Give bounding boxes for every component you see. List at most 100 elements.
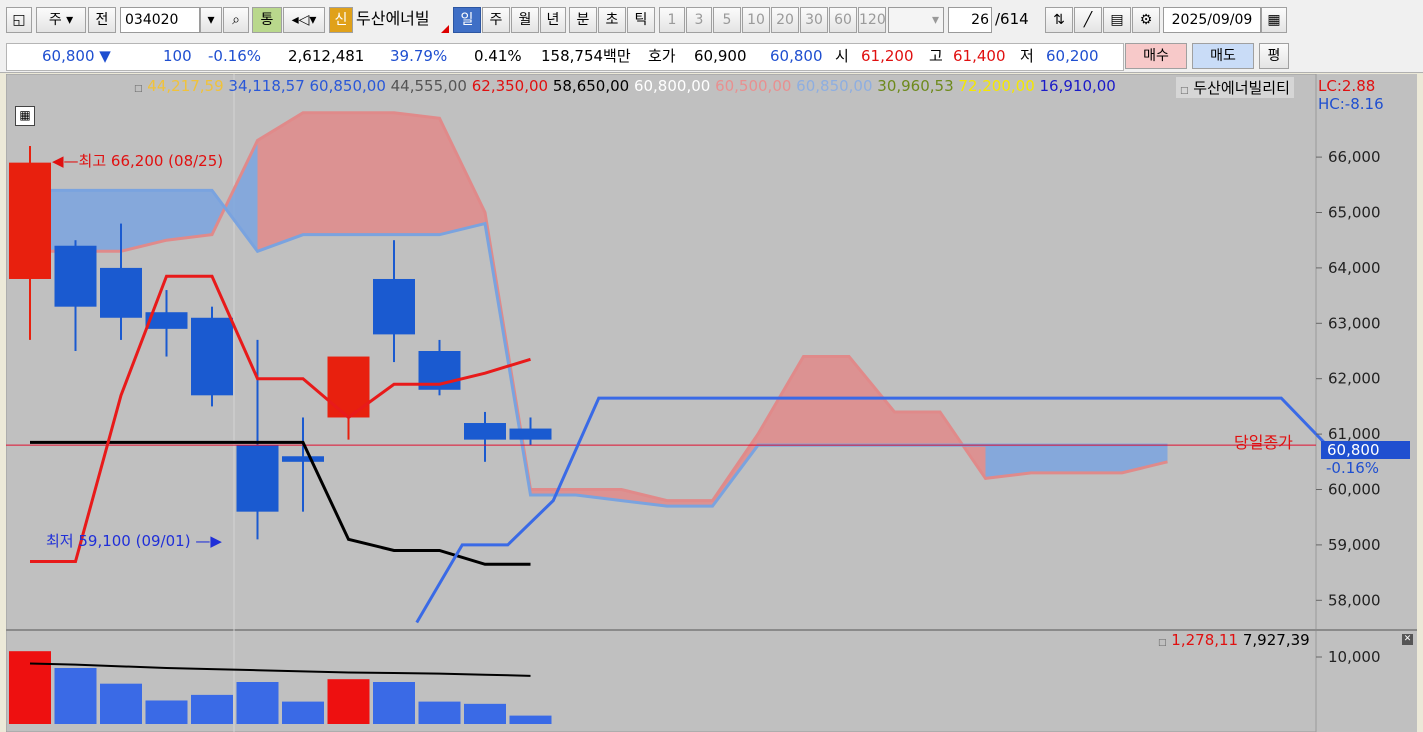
open-label: 시: [835, 47, 849, 65]
cloud-segment: [803, 356, 849, 446]
lc-value: LC:2.88: [1318, 77, 1376, 95]
interval-60[interactable]: 60: [829, 7, 857, 33]
close-icon[interactable]: ✕: [1402, 634, 1413, 645]
cloud-segment: [1076, 445, 1122, 473]
cloud-segment: [394, 112, 440, 235]
price-value: 60,800: [42, 47, 95, 65]
stock-code-input[interactable]: 034020: [120, 7, 200, 33]
high-price: 61,400: [953, 47, 1006, 65]
quote-bar: 60,800 ▼ 100 -0.16% 2,612,481 39.79% 0.4…: [0, 40, 1423, 73]
period-week[interactable]: 주: [482, 7, 510, 33]
legend-value-11: 16,910,00: [1039, 77, 1116, 95]
hc-value: HC:-8.16: [1318, 95, 1384, 113]
open-price: 61,200: [861, 47, 914, 65]
calendar-icon[interactable]: ▦: [1261, 7, 1287, 33]
y-tick-label: 58,000: [1328, 591, 1381, 609]
total-count: /614: [995, 10, 1029, 28]
chart-tool-icon[interactable]: ⇅: [1045, 7, 1073, 33]
market-select[interactable]: 주 ▾: [36, 7, 86, 33]
volume-bar: [236, 682, 279, 724]
volume-bar: [54, 668, 97, 724]
buy-button[interactable]: 매수: [1125, 43, 1187, 69]
save-icon[interactable]: ▤: [1103, 7, 1131, 33]
ichimoku-cloud: [30, 111, 1168, 508]
cloud-segment: [1031, 445, 1077, 473]
ask-price-2: 60,800: [770, 47, 823, 65]
y-tick-label: 65,000: [1328, 204, 1381, 222]
y-tick-label: 63,000: [1328, 314, 1381, 332]
interval-5[interactable]: 5: [713, 7, 741, 33]
period-second[interactable]: 초: [598, 7, 626, 33]
interval-30[interactable]: 30: [800, 7, 828, 33]
date-input[interactable]: 2025/09/09: [1163, 7, 1261, 33]
period-minute[interactable]: 분: [569, 7, 597, 33]
count-input[interactable]: 26: [948, 7, 992, 33]
period-year[interactable]: 년: [540, 7, 566, 33]
y-tick-label: 66,000: [1328, 148, 1381, 166]
volume-bar: [191, 694, 233, 724]
low-note-text: 최저 59,100 (09/01): [46, 532, 191, 550]
legend-value-3: 44,555,00: [390, 77, 472, 95]
cloud-segment: [166, 190, 212, 241]
line-tool-icon[interactable]: ╱: [1074, 7, 1102, 33]
gear-icon[interactable]: ⚙: [1132, 7, 1160, 33]
volume-ratio: 39.79%: [390, 47, 448, 65]
volume-values: 1,278,11 7,927,39: [1171, 631, 1309, 649]
volume-bar: [9, 651, 51, 724]
cloud-segment: [849, 356, 895, 446]
candle-body: [54, 245, 97, 307]
chart-area[interactable]: 58,000 59,000 60,000 61,000 62,000 63,000 64,0…: [6, 74, 1417, 732]
legend-value-8: 60,850,00: [796, 77, 878, 95]
legend-value-7: 60,500,00: [715, 77, 797, 95]
period-month[interactable]: 월: [511, 7, 539, 33]
trade-amount: 158,754백만: [541, 47, 631, 65]
flat-button[interactable]: 평: [1259, 43, 1289, 69]
axis-ticks: 58,00059,00060,00061,00062,00063,00064,0…: [1316, 148, 1381, 658]
custom-interval-select[interactable]: ▾: [888, 7, 944, 33]
table-toggle-icon[interactable]: ▦: [15, 106, 35, 126]
interval-1[interactable]: 1: [659, 7, 685, 33]
interval-20[interactable]: 20: [771, 7, 799, 33]
change-percent: -0.16%: [208, 47, 262, 65]
legend-value-0: 44,217,59: [147, 77, 229, 95]
prev-button[interactable]: 전: [88, 7, 116, 33]
sell-button[interactable]: 매도: [1192, 43, 1254, 69]
y-tick-label: 64,000: [1328, 259, 1381, 277]
y-tick-label: 60,000: [1328, 481, 1381, 499]
stock-name: 두산에너빌: [356, 9, 430, 28]
volume-ma-line: [29, 662, 531, 677]
low-annotation: 최저 59,100 (09/01) —▶: [46, 532, 222, 550]
volume-bar: [509, 715, 552, 724]
volume-legend-value-1: 7,927,39: [1242, 631, 1310, 649]
change-value: 100: [163, 47, 192, 65]
new-badge[interactable]: 신: [329, 7, 353, 33]
legend-square-icon: □: [1158, 638, 1167, 648]
interval-120[interactable]: 120: [858, 7, 886, 33]
code-dropdown-icon[interactable]: ▾: [200, 7, 222, 33]
high-note-text: 최고 66,200 (08/25): [78, 152, 224, 170]
candle-body: [100, 267, 142, 318]
volume-legend: □ 1,278,11 7,927,39: [1158, 631, 1310, 649]
unified-button[interactable]: 통: [252, 7, 282, 33]
price-tag: 60,800: [1321, 441, 1410, 459]
flag-icon: [441, 25, 449, 33]
market-label: 주: [48, 12, 62, 28]
volume-value: 2,612,481: [288, 47, 365, 65]
period-tick[interactable]: 틱: [627, 7, 655, 33]
legend-value-10: 72,200,00: [958, 77, 1040, 95]
speaker-icon[interactable]: ◂◁▾: [283, 7, 325, 33]
volume-bar: [145, 700, 188, 724]
y-tick-label: 59,000: [1328, 536, 1381, 554]
period-day[interactable]: 일: [453, 7, 481, 33]
interval-3[interactable]: 3: [686, 7, 712, 33]
volume-bar: [327, 679, 370, 724]
cloud-segment: [75, 190, 121, 252]
window-icon[interactable]: ◱: [6, 7, 32, 33]
cloud-segment: [894, 411, 940, 446]
y-tick-label: 62,000: [1328, 370, 1381, 388]
search-icon[interactable]: ⌕: [223, 7, 249, 33]
legend-value-1: 34,118,57: [228, 77, 310, 95]
volume-axis-label: 10,000: [1328, 648, 1381, 666]
interval-10[interactable]: 10: [742, 7, 770, 33]
cloud-segment: [348, 112, 394, 235]
